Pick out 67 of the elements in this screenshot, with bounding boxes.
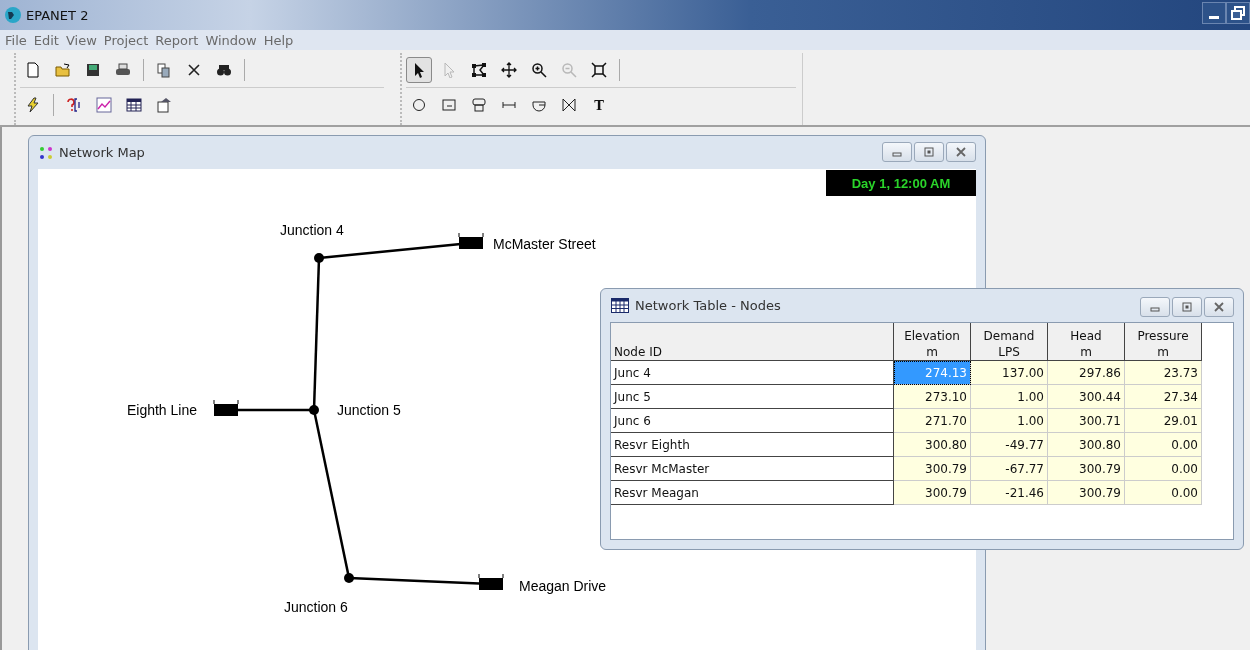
node-label: Meagan Drive — [519, 578, 607, 594]
close-button[interactable] — [946, 142, 976, 162]
table-cell: Resvr Meagan — [611, 480, 894, 505]
menu-item[interactable]: Edit — [33, 32, 59, 48]
extent-icon — [591, 62, 607, 78]
minimize-button[interactable] — [1202, 2, 1226, 24]
column-header[interactable]: Demand LPS — [970, 323, 1048, 361]
column-unit: LPS — [998, 345, 1020, 359]
vertex-icon — [441, 62, 457, 78]
junction-node — [344, 573, 354, 583]
table-cell: Resvr Eighth — [611, 432, 894, 457]
table-cell: Resvr McMaster — [611, 456, 894, 481]
label-tool[interactable]: T — [586, 92, 612, 118]
menu-item[interactable]: Project — [103, 32, 149, 48]
zoom-in-icon — [531, 62, 547, 78]
globe-icon — [4, 6, 22, 24]
menu-item[interactable]: View — [65, 32, 97, 48]
table-cell: Junc 4 — [611, 360, 894, 385]
junction-node — [309, 405, 319, 415]
maximize-icon — [1182, 302, 1192, 312]
table-cell: Junc 5 — [611, 384, 894, 409]
node-label: Junction 5 — [337, 402, 401, 418]
column-header[interactable]: Elevation m — [893, 323, 971, 361]
column-unit: m — [1080, 345, 1092, 359]
column-header[interactable]: Node ID — [611, 323, 894, 361]
close-button[interactable] — [1204, 297, 1234, 317]
reservoir-icon — [441, 97, 457, 113]
node-label: McMaster Street — [493, 236, 596, 252]
column-title: Head — [1070, 329, 1102, 343]
column-header[interactable]: Pressure m — [1124, 323, 1202, 361]
window-title: Network Table - Nodes — [635, 298, 781, 313]
valve-icon — [561, 97, 577, 113]
node-label: Junction 4 — [280, 222, 344, 238]
junction-node — [314, 253, 324, 263]
restore-icon — [1231, 6, 1245, 20]
restore-button[interactable] — [1226, 2, 1250, 24]
close-icon — [1214, 302, 1224, 312]
node-label: Junction 6 — [284, 599, 348, 615]
junction-icon — [411, 97, 427, 113]
menu-item[interactable]: Help — [263, 32, 294, 48]
column-unit: m — [1157, 345, 1169, 359]
region-icon — [471, 62, 487, 78]
window-title: Network Map — [59, 145, 145, 160]
reservoir-node — [213, 399, 239, 416]
menu-item[interactable]: Report — [155, 32, 199, 48]
window-title: EPANET 2 — [26, 7, 89, 23]
pan-icon — [501, 62, 517, 78]
column-title: Pressure — [1137, 329, 1189, 343]
maximize-icon — [924, 147, 934, 157]
reservoir-node — [458, 232, 484, 249]
node-label: Eighth Line — [126, 402, 197, 418]
column-title: Elevation — [904, 329, 960, 343]
close-icon — [956, 147, 966, 157]
menu-item[interactable]: Window — [205, 32, 257, 48]
tank-icon — [471, 97, 487, 113]
tool-button[interactable] — [406, 57, 432, 83]
column-header[interactable]: Head m — [1047, 323, 1125, 361]
column-unit: m — [926, 345, 938, 359]
column-title: Demand — [983, 329, 1035, 343]
menu-item[interactable]: File — [5, 32, 27, 48]
reservoir-node — [478, 573, 504, 590]
clock-display: Day 1, 12:00 AM — [826, 170, 976, 196]
zoom-out-icon — [561, 62, 577, 78]
table-cell: Junc 6 — [611, 408, 894, 433]
dots-icon — [39, 145, 53, 160]
minimize-icon — [1209, 15, 1219, 19]
table-icon — [611, 298, 629, 313]
